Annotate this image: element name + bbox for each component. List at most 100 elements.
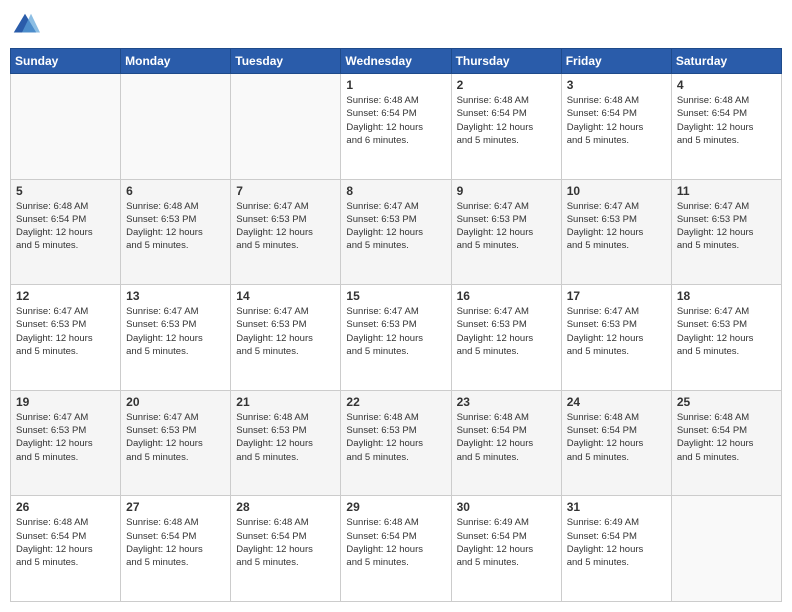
day-number: 31 [567,500,666,514]
day-info: Sunrise: 6:48 AM Sunset: 6:54 PM Dayligh… [677,411,776,464]
calendar-cell: 25 Sunrise: 6:48 AM Sunset: 6:54 PM Dayli… [671,390,781,496]
day-number: 14 [236,289,335,303]
calendar-cell: 15 Sunrise: 6:47 AM Sunset: 6:53 PM Dayli… [341,285,451,391]
day-info: Sunrise: 6:47 AM Sunset: 6:53 PM Dayligh… [16,411,115,464]
day-info: Sunrise: 6:48 AM Sunset: 6:53 PM Dayligh… [236,411,335,464]
calendar-cell: 31 Sunrise: 6:49 AM Sunset: 6:54 PM Dayli… [561,496,671,602]
calendar-week-1: 1 Sunrise: 6:48 AM Sunset: 6:54 PM Daylig… [11,74,782,180]
day-info: Sunrise: 6:49 AM Sunset: 6:54 PM Dayligh… [567,516,666,569]
day-number: 23 [457,395,556,409]
calendar-header-friday: Friday [561,49,671,74]
day-number: 21 [236,395,335,409]
calendar-week-3: 12 Sunrise: 6:47 AM Sunset: 6:53 PM Dayli… [11,285,782,391]
calendar-cell: 6 Sunrise: 6:48 AM Sunset: 6:53 PM Daylig… [121,179,231,285]
calendar-cell: 10Sunrise: 6:47 AM Sunset: 6:53 PM Dayli… [561,179,671,285]
calendar-cell: 27Sunrise: 6:48 AM Sunset: 6:54 PM Dayli… [121,496,231,602]
day-number: 28 [236,500,335,514]
day-number: 27 [126,500,225,514]
calendar-cell: 5Sunrise: 6:48 AM Sunset: 6:54 PM Daylig… [11,179,121,285]
day-info: Sunrise: 6:48 AM Sunset: 6:54 PM Dayligh… [346,94,445,147]
day-number: 7 [236,184,335,198]
day-number: 22 [346,395,445,409]
calendar-cell [671,496,781,602]
day-info: Sunrise: 6:48 AM Sunset: 6:54 PM Dayligh… [16,200,115,253]
day-number: 26 [16,500,115,514]
calendar-week-2: 5Sunrise: 6:48 AM Sunset: 6:54 PM Daylig… [11,179,782,285]
calendar-cell: 22Sunrise: 6:48 AM Sunset: 6:53 PM Dayli… [341,390,451,496]
page: SundayMondayTuesdayWednesdayThursdayFrid… [0,0,792,612]
calendar-cell: 23 Sunrise: 6:48 AM Sunset: 6:54 PM Dayli… [451,390,561,496]
day-info: Sunrise: 6:48 AM Sunset: 6:54 PM Dayligh… [346,516,445,569]
calendar-week-5: 26 Sunrise: 6:48 AM Sunset: 6:54 PM Dayli… [11,496,782,602]
day-info: Sunrise: 6:47 AM Sunset: 6:53 PM Dayligh… [457,200,556,253]
calendar-cell: 13 Sunrise: 6:47 AM Sunset: 6:53 PM Dayli… [121,285,231,391]
day-number: 6 [126,184,225,198]
day-number: 13 [126,289,225,303]
day-info: Sunrise: 6:47 AM Sunset: 6:53 PM Dayligh… [457,305,556,358]
day-info: Sunrise: 6:49 AM Sunset: 6:54 PM Dayligh… [457,516,556,569]
calendar-cell: 28 Sunrise: 6:48 AM Sunset: 6:54 PM Dayli… [231,496,341,602]
day-info: Sunrise: 6:48 AM Sunset: 6:54 PM Dayligh… [16,516,115,569]
calendar-cell: 8Sunrise: 6:47 AM Sunset: 6:53 PM Daylig… [341,179,451,285]
day-number: 15 [346,289,445,303]
logo-icon [10,10,40,40]
day-number: 1 [346,78,445,92]
day-number: 9 [457,184,556,198]
calendar-cell: 3 Sunrise: 6:48 AM Sunset: 6:54 PM Daylig… [561,74,671,180]
calendar-cell [231,74,341,180]
day-info: Sunrise: 6:47 AM Sunset: 6:53 PM Dayligh… [16,305,115,358]
calendar-header-wednesday: Wednesday [341,49,451,74]
day-info: Sunrise: 6:48 AM Sunset: 6:53 PM Dayligh… [126,200,225,253]
calendar-cell: 7 Sunrise: 6:47 AM Sunset: 6:53 PM Daylig… [231,179,341,285]
day-number: 20 [126,395,225,409]
day-info: Sunrise: 6:48 AM Sunset: 6:54 PM Dayligh… [236,516,335,569]
calendar-cell: 2 Sunrise: 6:48 AM Sunset: 6:54 PM Daylig… [451,74,561,180]
day-number: 2 [457,78,556,92]
day-info: Sunrise: 6:48 AM Sunset: 6:54 PM Dayligh… [457,94,556,147]
day-number: 16 [457,289,556,303]
day-number: 29 [346,500,445,514]
calendar-week-4: 19 Sunrise: 6:47 AM Sunset: 6:53 PM Dayli… [11,390,782,496]
day-info: Sunrise: 6:47 AM Sunset: 6:53 PM Dayligh… [126,305,225,358]
day-info: Sunrise: 6:47 AM Sunset: 6:53 PM Dayligh… [126,411,225,464]
day-number: 4 [677,78,776,92]
day-info: Sunrise: 6:48 AM Sunset: 6:54 PM Dayligh… [677,94,776,147]
day-number: 25 [677,395,776,409]
calendar-cell [11,74,121,180]
day-info: Sunrise: 6:47 AM Sunset: 6:53 PM Dayligh… [236,200,335,253]
day-number: 19 [16,395,115,409]
calendar-cell: 12 Sunrise: 6:47 AM Sunset: 6:53 PM Dayli… [11,285,121,391]
calendar-table: SundayMondayTuesdayWednesdayThursdayFrid… [10,48,782,602]
calendar-header-monday: Monday [121,49,231,74]
calendar-cell: 14Sunrise: 6:47 AM Sunset: 6:53 PM Dayli… [231,285,341,391]
calendar-cell: 29 Sunrise: 6:48 AM Sunset: 6:54 PM Dayli… [341,496,451,602]
header [10,10,782,40]
day-info: Sunrise: 6:48 AM Sunset: 6:54 PM Dayligh… [567,94,666,147]
day-number: 3 [567,78,666,92]
day-number: 17 [567,289,666,303]
calendar-header-sunday: Sunday [11,49,121,74]
day-info: Sunrise: 6:48 AM Sunset: 6:54 PM Dayligh… [567,411,666,464]
calendar-cell: 9 Sunrise: 6:47 AM Sunset: 6:53 PM Daylig… [451,179,561,285]
day-number: 8 [346,184,445,198]
day-info: Sunrise: 6:48 AM Sunset: 6:54 PM Dayligh… [457,411,556,464]
calendar-cell: 11 Sunrise: 6:47 AM Sunset: 6:53 PM Dayli… [671,179,781,285]
calendar-cell: 26 Sunrise: 6:48 AM Sunset: 6:54 PM Dayli… [11,496,121,602]
calendar-header-saturday: Saturday [671,49,781,74]
day-info: Sunrise: 6:47 AM Sunset: 6:53 PM Dayligh… [677,200,776,253]
calendar-header-row: SundayMondayTuesdayWednesdayThursdayFrid… [11,49,782,74]
day-number: 12 [16,289,115,303]
calendar-cell: 17 Sunrise: 6:47 AM Sunset: 6:53 PM Dayli… [561,285,671,391]
calendar-cell: 20 Sunrise: 6:47 AM Sunset: 6:53 PM Dayli… [121,390,231,496]
calendar-cell: 30 Sunrise: 6:49 AM Sunset: 6:54 PM Dayli… [451,496,561,602]
day-number: 30 [457,500,556,514]
day-info: Sunrise: 6:47 AM Sunset: 6:53 PM Dayligh… [567,305,666,358]
calendar-cell: 19 Sunrise: 6:47 AM Sunset: 6:53 PM Dayli… [11,390,121,496]
calendar-cell: 4 Sunrise: 6:48 AM Sunset: 6:54 PM Daylig… [671,74,781,180]
calendar-cell: 1 Sunrise: 6:48 AM Sunset: 6:54 PM Daylig… [341,74,451,180]
day-number: 11 [677,184,776,198]
calendar-cell: 24Sunrise: 6:48 AM Sunset: 6:54 PM Dayli… [561,390,671,496]
day-info: Sunrise: 6:47 AM Sunset: 6:53 PM Dayligh… [346,305,445,358]
day-info: Sunrise: 6:47 AM Sunset: 6:53 PM Dayligh… [677,305,776,358]
calendar-header-thursday: Thursday [451,49,561,74]
